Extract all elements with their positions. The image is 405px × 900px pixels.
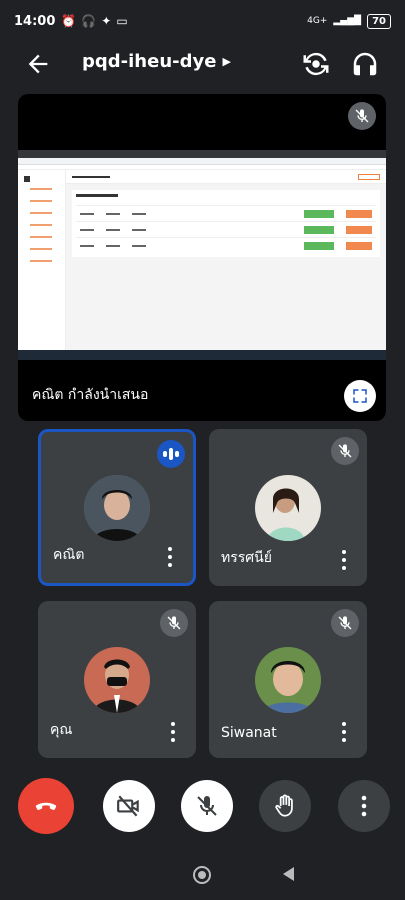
presentation-tile[interactable]: คณิต กำลังนำเสนอ	[18, 94, 386, 421]
end-call-icon	[35, 802, 57, 810]
video-icon: ▭	[116, 14, 128, 28]
end-call-button[interactable]	[18, 778, 74, 834]
raise-hand-icon	[275, 794, 293, 817]
avatar	[84, 646, 150, 713]
more-options-icon[interactable]	[337, 722, 351, 742]
avatar	[255, 646, 321, 713]
shared-screen	[18, 150, 386, 360]
home-icon[interactable]	[193, 866, 211, 884]
chevron-right-icon: ▶	[222, 55, 231, 68]
mic-off-icon	[348, 102, 376, 130]
notification-icon: ✦	[101, 14, 112, 28]
presenter-label: คณิต กำลังนำเสนอ	[32, 387, 149, 403]
audio-output-icon[interactable]	[350, 49, 380, 79]
system-navigation-bar	[0, 850, 405, 900]
more-options-icon[interactable]	[163, 547, 177, 567]
participant-tile[interactable]: Siwanat	[209, 601, 367, 758]
participant-tile[interactable]: ทรรศนีย์	[209, 429, 367, 586]
mic-toggle-button[interactable]	[181, 780, 233, 832]
participant-name: คณิต	[53, 547, 85, 563]
clock: 14:00	[14, 13, 56, 29]
participant-tile[interactable]: คุณ	[38, 601, 196, 758]
more-options-icon[interactable]	[337, 550, 351, 570]
back-arrow-icon[interactable]	[24, 50, 52, 78]
participant-tile[interactable]: คณิต	[38, 429, 196, 586]
battery-icon: 70	[367, 13, 391, 29]
avatar	[255, 474, 321, 541]
mic-off-icon	[331, 609, 359, 637]
call-controls	[0, 778, 405, 836]
status-bar: 14:00 ⏰ 🎧 ✦ ▭ 4G+ ▂▄▆█ 70	[0, 0, 405, 42]
meeting-header: pqd-iheu-dye ▶	[0, 42, 405, 86]
network-label: 4G+	[307, 16, 328, 26]
raise-hand-button[interactable]	[259, 780, 311, 832]
mic-off-icon	[331, 437, 359, 465]
switch-camera-icon[interactable]	[301, 49, 331, 79]
camera-toggle-button[interactable]	[103, 780, 155, 832]
meeting-code[interactable]: pqd-iheu-dye ▶	[82, 51, 231, 72]
speaking-indicator-icon	[157, 440, 185, 468]
participant-name: ทรรศนีย์	[221, 550, 272, 566]
fullscreen-icon	[353, 389, 367, 403]
camera-off-icon	[117, 795, 139, 817]
participant-name: Siwanat	[221, 725, 277, 741]
alarm-icon: ⏰	[61, 14, 77, 28]
more-vert-icon	[361, 795, 367, 817]
fullscreen-button[interactable]	[344, 380, 376, 412]
more-options-button[interactable]	[338, 780, 390, 832]
mic-off-icon	[197, 796, 217, 816]
headphones-icon: 🎧	[81, 14, 97, 28]
participant-name: คุณ	[50, 722, 73, 738]
mic-off-icon	[160, 609, 188, 637]
avatar	[84, 474, 150, 541]
shared-app-preview	[18, 170, 386, 350]
signal-icon: ▂▄▆█	[333, 16, 362, 26]
back-icon[interactable]	[283, 867, 294, 881]
more-options-icon[interactable]	[166, 722, 180, 742]
